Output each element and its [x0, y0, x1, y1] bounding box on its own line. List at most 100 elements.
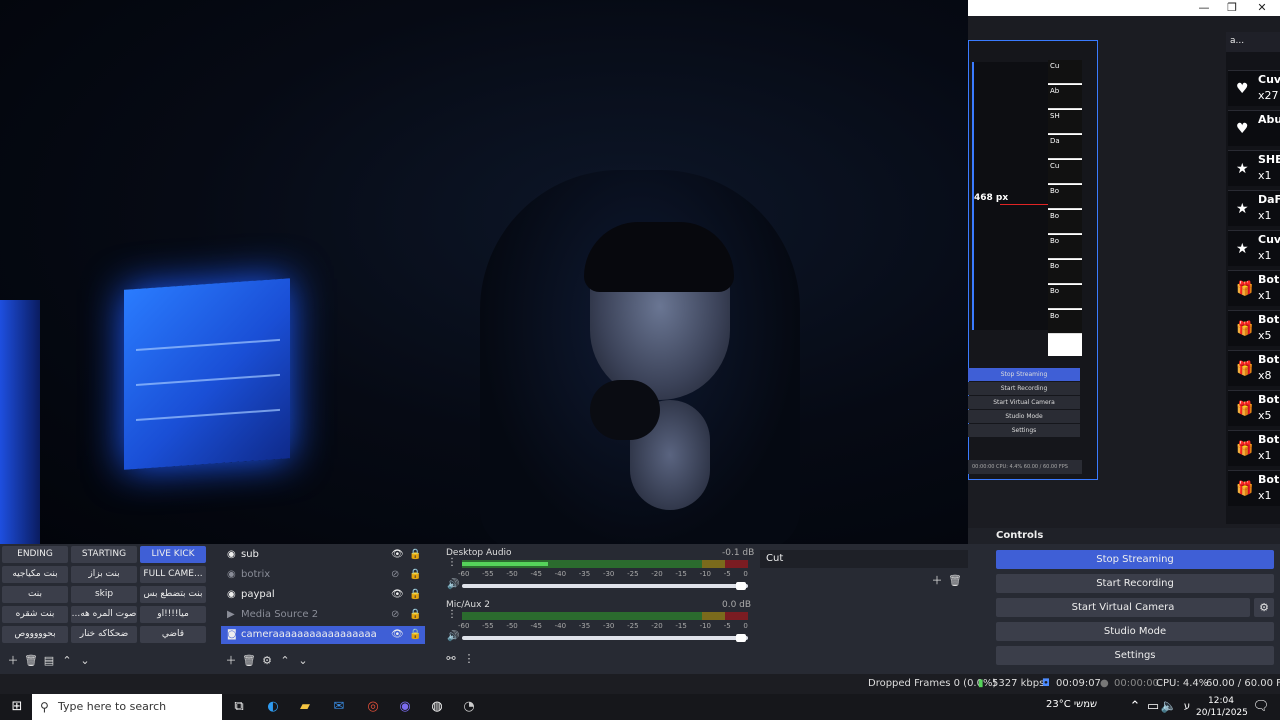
app-icon[interactable]: ◔: [458, 697, 480, 717]
lock-icon[interactable]: 🔒: [409, 586, 421, 604]
filter-icon[interactable]: ▤: [40, 654, 58, 667]
gear-icon[interactable]: ⚙: [1254, 598, 1274, 617]
task-view-icon[interactable]: ⧉: [228, 697, 250, 717]
source-item[interactable]: ◙ cameraaaaaaaaaaaaaaaaa 👁 🔒: [221, 626, 425, 644]
tick-label: -50: [506, 570, 518, 578]
discord-icon[interactable]: ◉: [394, 697, 416, 717]
menu-icon[interactable]: ⋮: [447, 609, 457, 620]
language-indicator[interactable]: ע: [1176, 697, 1198, 717]
measure-label: 468 px: [974, 193, 1009, 203]
mini-control-button: Studio Mode: [968, 410, 1080, 423]
activity-title: Bot: [1258, 473, 1280, 486]
control-button[interactable]: Stop Streaming: [996, 550, 1274, 569]
add-icon[interactable]: ＋: [222, 652, 240, 668]
activity-icon: ★: [1236, 241, 1249, 257]
minimize-button[interactable]: —: [1190, 0, 1218, 16]
scene-button[interactable]: بنت بزاز: [71, 566, 137, 583]
scene-button[interactable]: ENDING: [2, 546, 68, 563]
chevron-down-icon[interactable]: ⌄: [76, 654, 94, 667]
scene-button[interactable]: بحوووووص: [2, 626, 68, 643]
controls-title: Controls: [968, 528, 1280, 544]
transition-select[interactable]: Cut ▾: [760, 550, 986, 568]
lock-icon[interactable]: 🔒: [409, 546, 421, 564]
trash-icon[interactable]: 🗑: [946, 574, 964, 587]
edge-icon[interactable]: ◐: [262, 697, 284, 717]
source-item[interactable]: ◉ paypal 👁 🔒: [221, 586, 425, 604]
eye-icon[interactable]: 👁: [391, 586, 404, 604]
source-item[interactable]: ◉ sub 👁 🔒: [221, 546, 425, 564]
chevron-up-icon[interactable]: ⌃: [58, 654, 76, 667]
mini-control-button: Settings: [968, 424, 1080, 437]
scene-button[interactable]: قاضي: [140, 626, 206, 643]
link-icon[interactable]: ⚯: [442, 652, 460, 665]
control-button[interactable]: Studio Mode: [996, 622, 1274, 641]
gear-icon[interactable]: ⚙: [258, 654, 276, 667]
restore-button[interactable]: ❐: [1218, 0, 1246, 16]
window-titlebar: — ❐ ✕: [968, 0, 1280, 16]
chevron-up-icon[interactable]: ⌃: [276, 654, 294, 667]
close-button[interactable]: ✕: [1248, 0, 1276, 16]
source-name: cameraaaaaaaaaaaaaaaaa: [241, 629, 377, 640]
scenes-toolbar: ＋ 🗑 ▤ ⌃ ⌄: [4, 652, 94, 670]
tick-label: -45: [530, 622, 542, 630]
activity-item: ★ DaF x1 n: [1228, 190, 1280, 226]
trash-icon[interactable]: 🗑: [22, 654, 40, 667]
eye-icon[interactable]: ⊘: [391, 606, 399, 624]
menu-icon[interactable]: ⋮: [447, 557, 457, 568]
audio-meter: [462, 612, 748, 620]
scene-button[interactable]: ميا!!!!او: [140, 606, 206, 623]
source-type-icon: ◉: [227, 569, 236, 580]
mini-list-row: Cu: [1048, 160, 1082, 184]
chrome-icon[interactable]: ◎: [362, 697, 384, 717]
volume-slider[interactable]: [462, 636, 748, 640]
speaker-icon[interactable]: 🔊: [447, 579, 459, 590]
scene-button[interactable]: ...صوت المره هه: [71, 606, 137, 623]
activity-icon: 🎁: [1236, 361, 1254, 377]
scene-button[interactable]: STARTING: [71, 546, 137, 563]
preview-canvas[interactable]: [0, 0, 968, 544]
source-item[interactable]: ◉ botrix ⊘ 🔒: [221, 566, 425, 584]
lock-icon[interactable]: 🔒: [409, 566, 421, 584]
lock-icon[interactable]: 🔒: [409, 626, 421, 644]
mini-list-row: Bo: [1048, 310, 1082, 334]
tick-label: -25: [627, 570, 639, 578]
speaker-icon[interactable]: 🔊: [447, 631, 459, 642]
control-button[interactable]: Start Virtual Camera: [996, 598, 1250, 617]
control-button[interactable]: Start Recording: [996, 574, 1274, 593]
folder-icon[interactable]: ▰: [294, 697, 316, 717]
clock[interactable]: 12:04 20/11/2025: [1196, 695, 1248, 719]
scene-button[interactable]: بنت شقره: [2, 606, 68, 623]
eye-icon[interactable]: ⊘: [391, 566, 399, 584]
activity-item: 🎁 Bot x5: [1228, 310, 1280, 346]
tick-label: -25: [627, 622, 639, 630]
scene-button[interactable]: skip: [71, 586, 137, 603]
scene-button[interactable]: FULL CAME...: [140, 566, 206, 583]
scene-button[interactable]: LIVE KICK: [140, 546, 206, 563]
control-button[interactable]: Settings: [996, 646, 1274, 665]
activity-title: Bot: [1258, 273, 1280, 286]
source-item[interactable]: ▶ Media Source 2 ⊘ 🔒: [221, 606, 425, 624]
eye-icon[interactable]: 👁: [391, 546, 404, 564]
scene-button[interactable]: ضحكاكه خنار: [71, 626, 137, 643]
volume-knob[interactable]: [736, 634, 746, 642]
notification-icon[interactable]: 🗨: [1250, 697, 1272, 717]
activity-sub: x5: [1258, 329, 1272, 342]
activity-title: Bot: [1258, 433, 1280, 446]
windows-icon[interactable]: ⊞: [6, 697, 28, 717]
scene-button[interactable]: بنت: [2, 586, 68, 603]
add-icon[interactable]: ＋: [928, 572, 946, 588]
chevron-down-icon[interactable]: ⌄: [294, 654, 312, 667]
eye-icon[interactable]: 👁: [391, 626, 404, 644]
obs-icon[interactable]: ◍: [426, 697, 448, 717]
lock-icon[interactable]: 🔒: [409, 606, 421, 624]
scene-button[interactable]: بنت مكياجيه: [2, 566, 68, 583]
weather[interactable]: 23°C שמשי: [1046, 699, 1097, 710]
volume-slider[interactable]: [462, 584, 748, 588]
mail-icon[interactable]: ✉: [328, 697, 350, 717]
add-icon[interactable]: ＋: [4, 652, 22, 668]
taskbar-search[interactable]: ⚲ Type here to search: [32, 694, 222, 720]
menu-icon[interactable]: ⋮: [460, 652, 478, 665]
volume-knob[interactable]: [736, 582, 746, 590]
trash-icon[interactable]: 🗑: [240, 654, 258, 667]
scene-button[interactable]: بنت بتضطع بس: [140, 586, 206, 603]
